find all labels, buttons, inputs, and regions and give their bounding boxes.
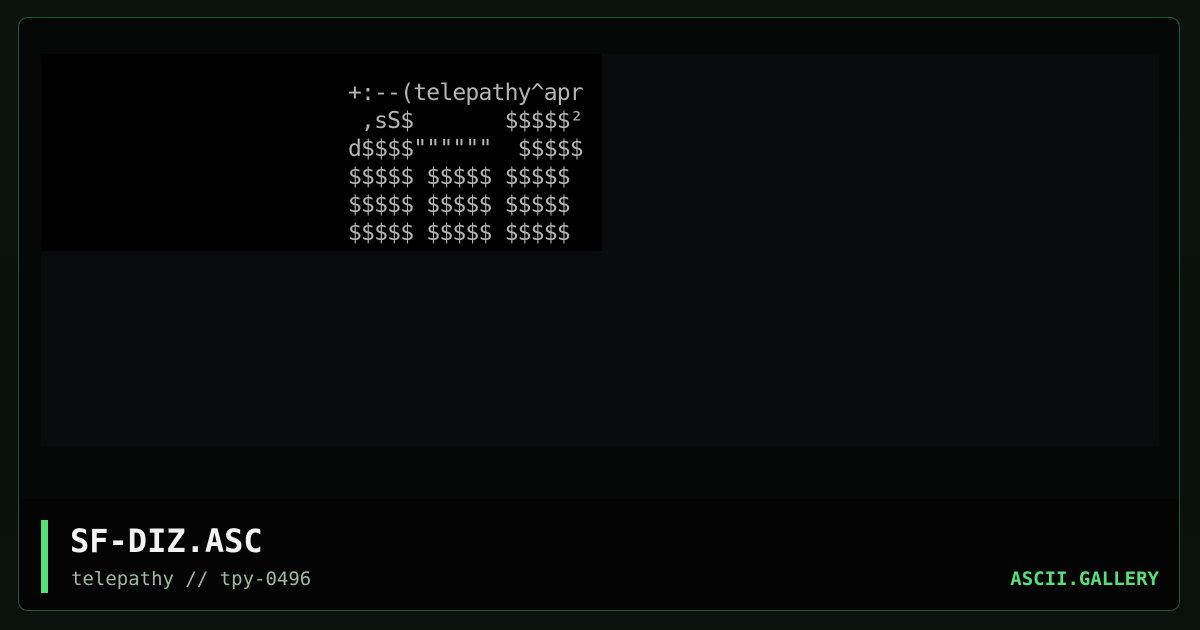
ascii-art-text: +:--(telepathy^apr ,sS$ $$$$$² d$$$$""""…	[348, 80, 584, 246]
file-subtitle: telepathy // tpy-0496	[71, 568, 312, 590]
card-frame: +:--(telepathy^apr ,sS$ $$$$$² d$$$$""""…	[18, 17, 1180, 611]
info-footer: SF-DIZ.ASC telepathy // tpy-0496 ASCII.G…	[19, 499, 1179, 610]
brand-label: ASCII.GALLERY	[1010, 568, 1159, 590]
file-title: SF-DIZ.ASC	[70, 522, 263, 560]
accent-stripe	[41, 520, 48, 593]
ascii-art-panel: +:--(telepathy^apr ,sS$ $$$$$² d$$$$""""…	[41, 54, 602, 251]
ascii-preview-area: +:--(telepathy^apr ,sS$ $$$$$² d$$$$""""…	[41, 54, 1159, 446]
